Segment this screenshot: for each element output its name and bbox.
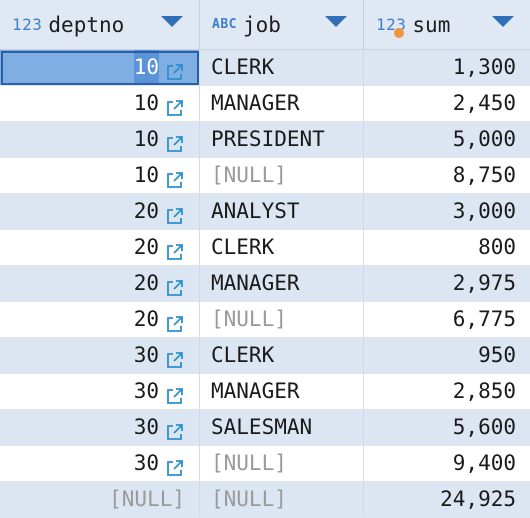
deptno-value: 20 [133, 271, 159, 295]
table-row[interactable]: 30 SALESMAN 5,600 [0, 410, 530, 446]
cell-job[interactable]: PRESIDENT [200, 122, 364, 158]
string-type-icon: ABC [212, 17, 237, 32]
deptno-value: 10 [133, 91, 159, 115]
cell-job[interactable]: CLERK [200, 230, 364, 266]
external-link-icon[interactable] [165, 418, 185, 440]
cell-sum[interactable]: 800 [364, 230, 530, 266]
cell-job[interactable]: ANALYST [200, 194, 364, 230]
cell-deptno[interactable]: 30 [0, 338, 200, 374]
triangle-down-icon[interactable] [492, 16, 514, 27]
numeric-type-icon: 123 [12, 15, 43, 34]
cell-sum[interactable]: 2,975 [364, 266, 530, 302]
grid-body: 10 CLERK 1,300 10 MANAGER 2,450 10 PRESIDENT 5,0… [0, 50, 530, 518]
cell-deptno[interactable]: 20 [0, 266, 200, 302]
cell-deptno[interactable]: [NULL] [0, 482, 200, 518]
cell-job[interactable]: CLERK [200, 50, 364, 86]
cell-deptno[interactable]: 30 [0, 374, 200, 410]
external-link-icon[interactable] [165, 310, 185, 332]
cell-deptno[interactable]: 10 [0, 50, 200, 86]
table-row[interactable]: 20 ANALYST 3,000 [0, 194, 530, 230]
cell-sum[interactable]: 2,850 [364, 374, 530, 410]
cell-job[interactable]: SALESMAN [200, 410, 364, 446]
cell-sum[interactable]: 5,000 [364, 122, 530, 158]
result-grid: 123 deptno ABC job 123 sum 10 CLERK 1,300 1… [0, 0, 530, 518]
cell-deptno[interactable]: 30 [0, 410, 200, 446]
column-name: deptno [48, 12, 125, 37]
external-link-icon[interactable] [165, 58, 185, 80]
deptno-value: 30 [133, 379, 159, 403]
deptno-value: 10 [133, 163, 159, 187]
cell-deptno[interactable]: 10 [0, 86, 200, 122]
external-link-icon[interactable] [165, 166, 185, 188]
column-header-row: 123 deptno ABC job 123 sum [0, 0, 530, 50]
cell-sum[interactable]: 8,750 [364, 158, 530, 194]
cell-job[interactable]: CLERK [200, 338, 364, 374]
table-row[interactable]: 10 [NULL] 8,750 [0, 158, 530, 194]
cell-job[interactable]: [NULL] [200, 302, 364, 338]
calculated-column-dot-icon [394, 28, 404, 38]
external-link-icon[interactable] [165, 130, 185, 152]
external-link-icon[interactable] [165, 346, 185, 368]
table-row[interactable]: 20 MANAGER 2,975 [0, 266, 530, 302]
cell-job[interactable]: [NULL] [200, 158, 364, 194]
cell-sum[interactable]: 6,775 [364, 302, 530, 338]
cell-deptno[interactable]: 30 [0, 446, 200, 482]
cell-job[interactable]: MANAGER [200, 86, 364, 122]
deptno-value: [NULL] [109, 487, 185, 511]
cell-deptno[interactable]: 20 [0, 302, 200, 338]
cell-job[interactable]: MANAGER [200, 374, 364, 410]
cell-sum[interactable]: 9,400 [364, 446, 530, 482]
cell-deptno[interactable]: 10 [0, 158, 200, 194]
deptno-value: 30 [133, 343, 159, 367]
deptno-value: 10 [133, 127, 159, 151]
column-header-job[interactable]: ABC job [200, 0, 364, 49]
cell-sum[interactable]: 5,600 [364, 410, 530, 446]
deptno-value: 30 [133, 415, 159, 439]
cell-sum[interactable]: 3,000 [364, 194, 530, 230]
table-row[interactable]: 30 CLERK 950 [0, 338, 530, 374]
cell-sum[interactable]: 1,300 [364, 50, 530, 86]
cell-job[interactable]: [NULL] [200, 446, 364, 482]
external-link-icon[interactable] [165, 382, 185, 404]
external-link-icon[interactable] [165, 454, 185, 476]
external-link-icon[interactable] [165, 202, 185, 224]
cell-sum[interactable]: 24,925 [364, 482, 530, 518]
table-row[interactable]: 10 MANAGER 2,450 [0, 86, 530, 122]
column-header-deptno[interactable]: 123 deptno [0, 0, 200, 49]
cell-sum[interactable]: 950 [364, 338, 530, 374]
table-row[interactable]: 20 CLERK 800 [0, 230, 530, 266]
deptno-value: 10 [133, 50, 159, 85]
column-header-sum[interactable]: 123 sum [364, 0, 530, 49]
cell-sum[interactable]: 2,450 [364, 86, 530, 122]
external-link-icon[interactable] [165, 94, 185, 116]
table-row[interactable]: 10 PRESIDENT 5,000 [0, 122, 530, 158]
cell-deptno[interactable]: 20 [0, 230, 200, 266]
table-row[interactable]: 30 MANAGER 2,850 [0, 374, 530, 410]
external-link-icon[interactable] [165, 274, 185, 296]
cell-deptno[interactable]: 20 [0, 194, 200, 230]
table-row[interactable]: [NULL] [NULL] 24,925 [0, 482, 530, 518]
table-row[interactable]: 20 [NULL] 6,775 [0, 302, 530, 338]
cell-deptno[interactable]: 10 [0, 122, 200, 158]
table-row[interactable]: 10 CLERK 1,300 [0, 50, 530, 86]
deptno-value: 20 [133, 307, 159, 331]
cell-job[interactable]: [NULL] [200, 482, 364, 518]
deptno-value: 20 [133, 199, 159, 223]
triangle-down-icon[interactable] [161, 16, 183, 27]
deptno-value: 20 [133, 235, 159, 259]
column-name: sum [412, 12, 451, 37]
column-name: job [242, 12, 281, 37]
deptno-value: 30 [133, 451, 159, 475]
triangle-down-icon[interactable] [325, 16, 347, 27]
cell-job[interactable]: MANAGER [200, 266, 364, 302]
external-link-icon[interactable] [165, 238, 185, 260]
table-row[interactable]: 30 [NULL] 9,400 [0, 446, 530, 482]
